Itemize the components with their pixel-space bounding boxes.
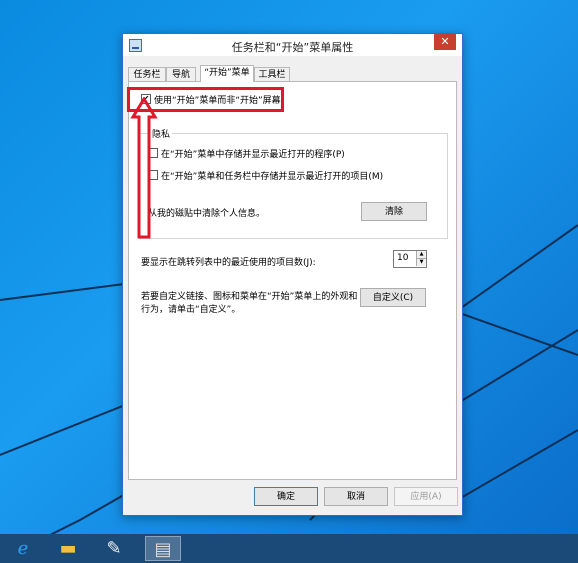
customize-text-line2: 行为，请单击“自定义”。	[141, 305, 241, 315]
privacy-groupbox: 隐私 在“开始”菜单中存储并显示最近打开的程序(P) 在“开始”菜单和任务栏中存…	[139, 127, 448, 239]
apply-button[interactable]: 应用(A)	[394, 487, 458, 506]
cancel-button[interactable]: 取消	[324, 487, 388, 506]
store-recent-items-label: 在“开始”菜单和任务栏中存储并显示最近打开的项目(M)	[161, 172, 384, 182]
tab-toolbars[interactable]: 工具栏	[254, 67, 290, 82]
spin-down-icon[interactable]: ▼	[416, 259, 426, 266]
close-button[interactable]: ✕	[434, 34, 456, 50]
paint-icon[interactable]: ✎	[96, 536, 132, 561]
ie-icon[interactable]: e	[5, 536, 41, 561]
jump-list-value: 10	[397, 253, 409, 263]
start-menu-panel: ✔ 使用“开始”菜单而非“开始”屏幕 隐私 在“开始”菜单中存储并显示最近打开的…	[128, 81, 457, 480]
store-recent-programs-label: 在“开始”菜单中存储并显示最近打开的程序(P)	[161, 150, 345, 160]
tab-taskbar[interactable]: 任务栏	[128, 67, 166, 82]
dialog-title: 任务栏和“开始”菜单属性	[231, 41, 354, 54]
tab-start-menu[interactable]: “开始”菜单	[200, 65, 254, 82]
jump-list-spinner[interactable]: 10 ▲ ▼	[393, 250, 427, 268]
active-window-icon[interactable]: ▤	[145, 536, 181, 561]
title-bar: 任务栏和“开始”菜单属性 ✕	[123, 34, 462, 56]
highlight-arrow-icon	[130, 97, 158, 239]
file-explorer-icon[interactable]: ▬	[50, 536, 86, 561]
tab-navigation[interactable]: 导航	[166, 67, 196, 82]
clear-tiles-label: 从我的磁贴中清除个人信息。	[148, 209, 266, 219]
jump-list-label: 要显示在跳转列表中的最近使用的项目数(J):	[141, 258, 316, 268]
ok-button[interactable]: 确定	[254, 487, 318, 506]
customize-text-line1: 若要自定义链接、图标和菜单在“开始”菜单上的外观和	[141, 292, 358, 302]
spin-up-icon[interactable]: ▲	[416, 251, 426, 259]
taskbar: e ▬ ✎ ▤	[0, 534, 578, 563]
customize-button[interactable]: 自定义(C)	[360, 288, 426, 307]
clear-button[interactable]: 清除	[361, 202, 427, 221]
